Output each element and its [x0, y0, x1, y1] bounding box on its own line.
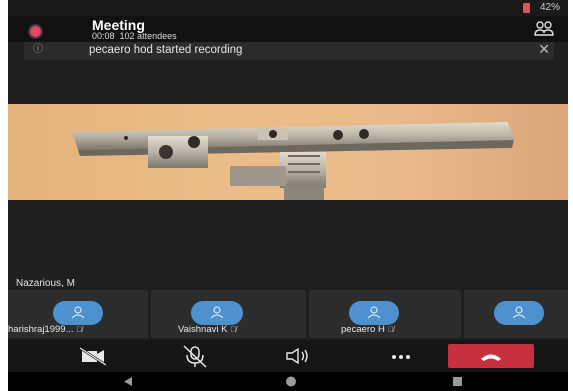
camera-rig-image	[72, 122, 514, 200]
participant-label: Vaishnavi K 🎙̸	[178, 324, 236, 335]
video-off-icon	[79, 346, 107, 367]
participant-label: pecaero H 🎙̸	[341, 324, 394, 335]
speaker-icon	[286, 347, 308, 365]
more-options-button[interactable]	[378, 340, 424, 372]
mic-muted-icon: 🎙̸	[230, 325, 237, 334]
participant-name: harishraj1999...	[8, 324, 74, 335]
person-icon	[367, 306, 381, 319]
hang-up-icon	[481, 354, 501, 361]
battery-percentage: 42%	[539, 2, 560, 13]
participants-icon[interactable]	[534, 21, 554, 37]
meeting-subtitle: 00:08 102 attendees	[92, 31, 177, 41]
avatar	[494, 301, 544, 325]
participant-tile[interactable]: Vaishnavi K 🎙̸	[151, 290, 306, 338]
recents-icon[interactable]	[453, 377, 462, 386]
participant-tile[interactable]: pecaero H 🎙̸	[309, 290, 461, 338]
close-icon[interactable]: ✕	[538, 41, 550, 58]
mic-muted-icon: 🎙̸	[76, 325, 83, 334]
meeting-screen: 42% Meeting 00:08 102 attendees ⓘ pecaer…	[8, 0, 568, 391]
end-call-button[interactable]	[448, 344, 534, 368]
recording-notification: ⓘ pecaero hod started recording ✕	[24, 41, 554, 60]
home-icon[interactable]	[286, 376, 296, 387]
person-icon	[71, 306, 85, 319]
participant-tile[interactable]: harishraj1999... 🎙̸	[8, 290, 148, 338]
avatar	[53, 301, 103, 325]
active-speaker-name: Nazarious, M	[16, 278, 75, 289]
avatar	[349, 301, 399, 325]
meeting-attendees: 102 attendees	[119, 31, 177, 41]
participant-label: harishraj1999... 🎙̸	[8, 324, 82, 335]
person-icon	[210, 306, 224, 319]
mic-toggle-button[interactable]	[172, 340, 218, 372]
mic-off-icon	[183, 345, 207, 368]
back-icon[interactable]	[124, 377, 132, 386]
status-bar: 42%	[8, 0, 568, 16]
call-toolbar	[8, 340, 568, 372]
video-feed	[8, 104, 568, 200]
more-icon	[392, 355, 410, 359]
info-icon: ⓘ	[33, 44, 43, 55]
meeting-header: Meeting 00:08 102 attendees	[8, 16, 568, 42]
nav-buttons	[124, 376, 462, 387]
camera-toggle-button[interactable]	[70, 340, 116, 372]
battery-icon	[523, 3, 530, 13]
speaker-button[interactable]	[276, 340, 322, 372]
person-icon	[512, 306, 526, 319]
participant-name: pecaero H	[341, 324, 385, 335]
notification-text: pecaero hod started recording	[89, 44, 243, 56]
participant-name: Vaishnavi K	[178, 324, 228, 335]
avatar	[191, 301, 243, 325]
mic-muted-icon: 🎙̸	[387, 325, 394, 334]
participant-tile[interactable]	[464, 290, 568, 338]
meeting-elapsed: 00:08	[92, 31, 115, 41]
recording-icon	[28, 24, 43, 39]
system-navigation-bar	[8, 372, 568, 391]
